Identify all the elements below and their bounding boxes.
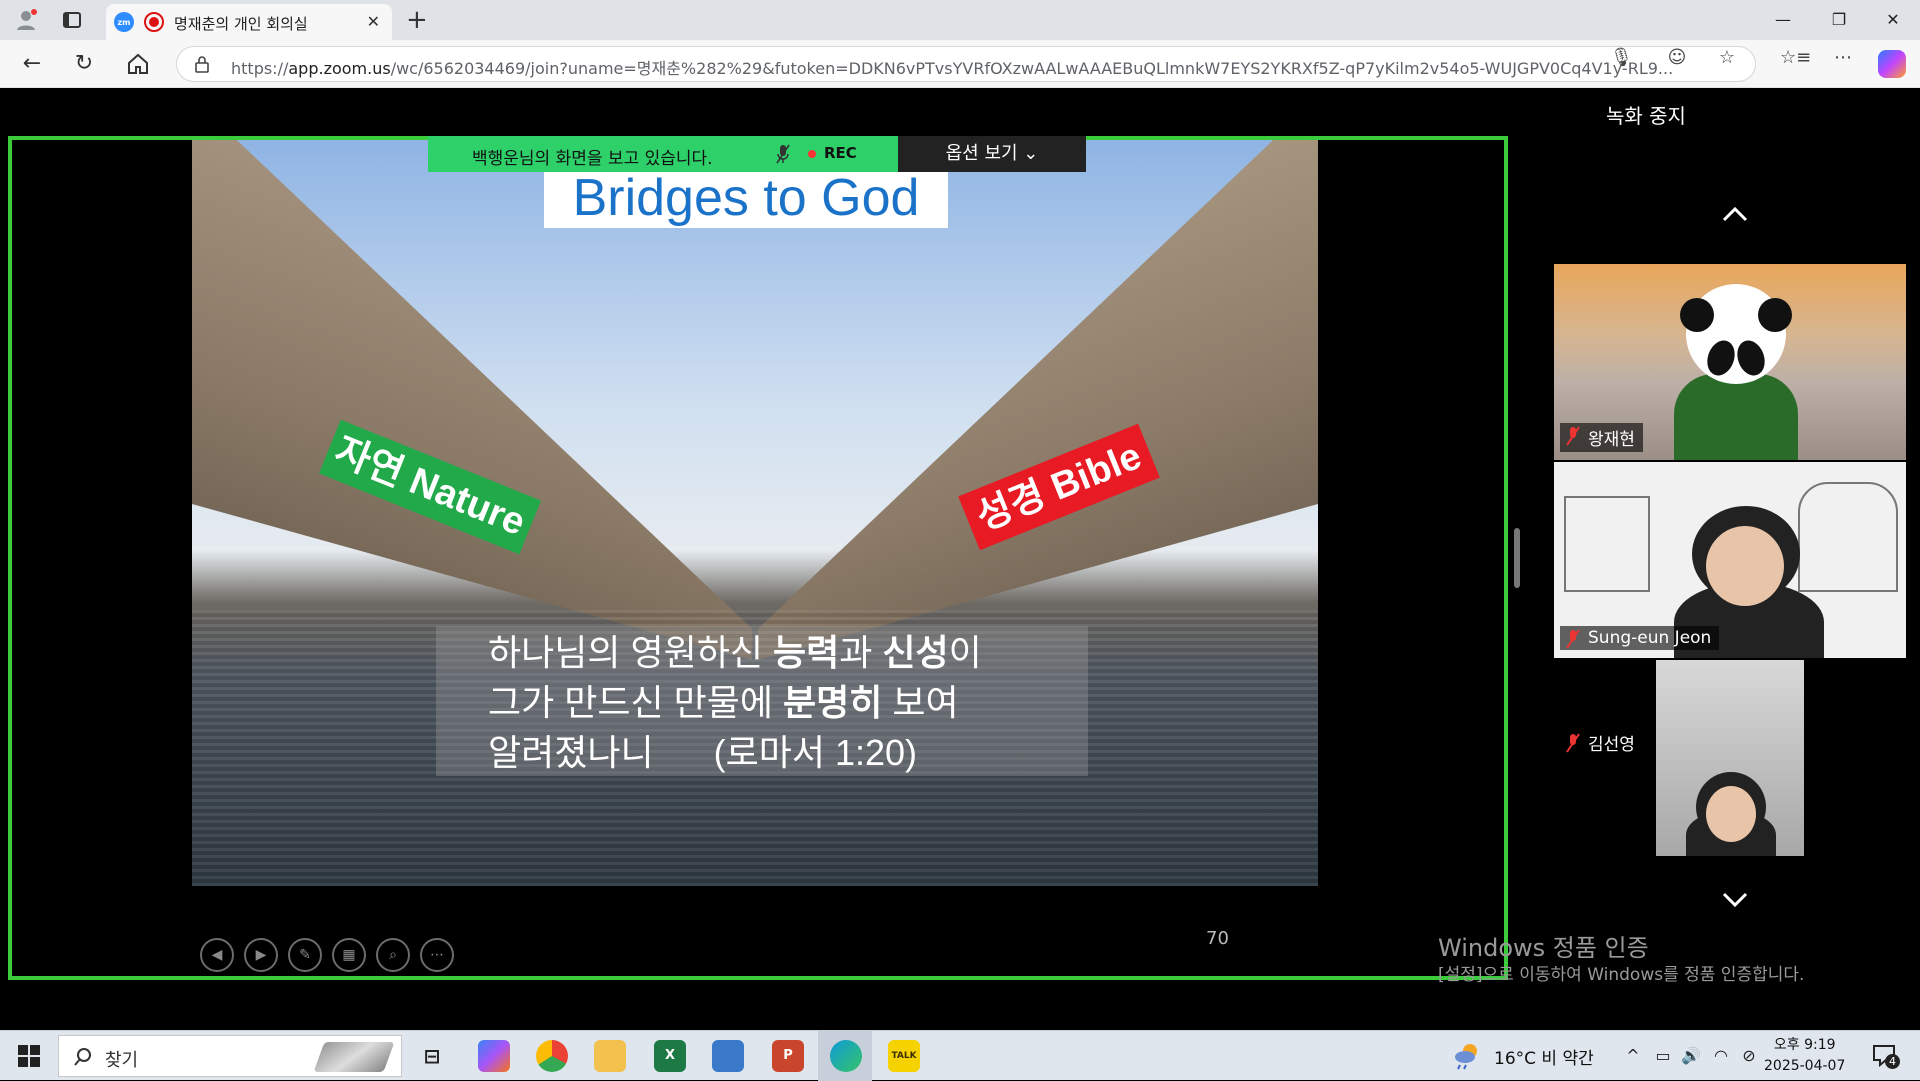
next-slide-button[interactable]: ▶ [244,938,278,972]
chrome-icon[interactable] [536,1040,568,1072]
profile-icon[interactable] [14,8,38,32]
panel-resize-handle[interactable] [1514,528,1520,588]
slide-page-number: 70 [1206,928,1229,949]
participant-name-tag: 왕재현 [1560,423,1643,452]
url-text[interactable]: https://app.zoom.us/wc/6562034469/join?u… [231,55,1771,79]
zoom-slide-button[interactable]: ⌕ [376,938,410,972]
more-menu-icon[interactable]: ⋯ [1832,47,1854,69]
app-icon[interactable] [712,1040,744,1072]
close-window-button[interactable]: ✕ [1870,6,1916,34]
file-explorer-icon[interactable] [594,1040,626,1072]
share-banner-text: 백행운님의 화면을 보고 있습니다. [472,149,713,169]
chevron-up-tray-icon[interactable]: ^ [1622,1045,1644,1067]
pen-tool-button[interactable]: ✎ [288,938,322,972]
mic-muted-icon [1566,629,1580,649]
shared-slide: Bridges to God 자연 Nature 성경 Bible 하나님의 영… [192,140,1318,886]
taskbar-search-input[interactable]: 찾기 [58,1035,402,1077]
slide-title: Bridges to God [572,169,920,227]
more-slide-options-button[interactable]: ⋯ [420,938,454,972]
chevron-up-icon[interactable] [1720,204,1750,224]
screen-share-banner: 백행운님의 화면을 보고 있습니다. REC [428,136,898,172]
tab-actions-icon[interactable] [62,10,82,30]
reload-icon[interactable]: ↻ [72,52,96,76]
zoom-favicon-icon: zm [114,12,134,32]
excel-icon[interactable]: X [654,1040,686,1072]
background-sketch [1564,496,1650,592]
previous-slide-button[interactable]: ◀ [200,938,234,972]
view-options-button[interactable]: 옵션 보기 ⌄ [898,136,1086,172]
reader-icon[interactable]: ☺ [1666,47,1688,69]
favorite-star-icon[interactable]: ☆ [1716,47,1738,69]
wifi-icon[interactable]: ◠ [1710,1045,1732,1067]
verse-text: 하나님의 영원하신 능력과 신성이 그가 만드신 만물에 분명히 보여 알려졌나… [488,632,982,773]
participant-video-tile[interactable]: Sung-eun Jeon [1554,462,1906,658]
lock-icon[interactable] [193,55,211,73]
speaker-icon[interactable]: 🔊 [1680,1045,1702,1067]
recording-icon [144,12,164,32]
participant-name-tag: 김선영 [1560,730,1635,755]
background-sketch [1798,482,1898,592]
browser-titlebar: zm 명재춘의 개인 회의실 ✕ + — ❐ ✕ [0,0,1920,40]
participant-video-tile[interactable]: 김선영 [1554,660,1906,856]
back-icon[interactable]: ← [20,52,44,76]
favorites-list-icon[interactable]: ☆≡ [1780,47,1811,69]
mic-muted-icon [776,144,790,164]
close-tab-icon[interactable]: ✕ [367,12,380,31]
kakaotalk-icon[interactable]: TALK [888,1040,920,1072]
address-bar[interactable]: https://app.zoom.us/wc/6562034469/join?u… [176,46,1756,82]
notification-icon[interactable]: 4 [1872,1043,1900,1069]
weather-text[interactable]: 16°C 비 약간 [1494,1044,1594,1069]
copilot-icon[interactable] [1878,50,1906,78]
zoom-meeting: Bridges to God 자연 Nature 성경 Bible 하나님의 영… [4,88,1916,1028]
avatar-body [1674,374,1798,460]
rec-label: REC [824,144,857,162]
taskbar-clock[interactable]: 오후 9:19 2025-04-07 [1764,1035,1845,1077]
mic-muted-icon [1566,733,1580,753]
minimize-button[interactable]: — [1760,6,1806,34]
participant-face [1706,526,1784,606]
slide-grid-button[interactable]: ▦ [332,938,366,972]
search-highlight-image [313,1042,395,1072]
slide-title-box: Bridges to God [544,166,948,228]
network-blocked-icon[interactable]: ⊘ [1738,1045,1760,1067]
copilot-taskbar-icon[interactable] [478,1040,510,1072]
powerpoint-icon[interactable]: P [772,1040,804,1072]
search-icon [74,1048,91,1066]
microphone-icon[interactable]: 🎙 [1610,47,1633,69]
chevron-down-icon[interactable] [1720,890,1750,910]
new-tab-icon[interactable]: + [406,4,428,36]
participant-video-tile[interactable]: 왕재현 [1554,264,1906,460]
activation-watermark-subtitle: [설정]으로 이동하여 Windows를 정품 인증합니다. [1438,965,1805,985]
panda-avatar [1680,284,1792,384]
search-placeholder: 찾기 [105,1050,139,1071]
task-view-icon[interactable]: ⊟ [416,1040,448,1072]
stop-recording-button[interactable]: 녹화 중지 [1606,100,1686,129]
tab-title: 명재춘의 개인 회의실 [174,15,308,33]
edge-icon[interactable] [830,1040,862,1072]
battery-icon[interactable]: ▭ [1652,1045,1674,1067]
participant-name-tag: Sung-eun Jeon [1560,626,1720,650]
weather-rain-icon[interactable] [1452,1041,1482,1071]
browser-tab[interactable]: zm 명재춘의 개인 회의실 ✕ [106,4,392,40]
mic-muted-icon [1566,426,1580,446]
rec-indicator-icon [808,150,816,158]
restore-button[interactable]: ❐ [1816,6,1862,34]
participant-camera [1656,660,1804,856]
home-icon[interactable] [126,52,150,76]
activation-watermark-title: Windows 정품 인증 [1438,934,1649,962]
browser-navbar: ← ↻ https://app.zoom.us/wc/6562034469/jo… [0,40,1920,88]
windows-start-icon[interactable] [18,1045,40,1067]
taskbar: 찾기 ⊟ X P TALK 16°C 비 약간 ^ ▭ 🔊 ◠ ⊘ 오후 9:1… [0,1030,1920,1081]
